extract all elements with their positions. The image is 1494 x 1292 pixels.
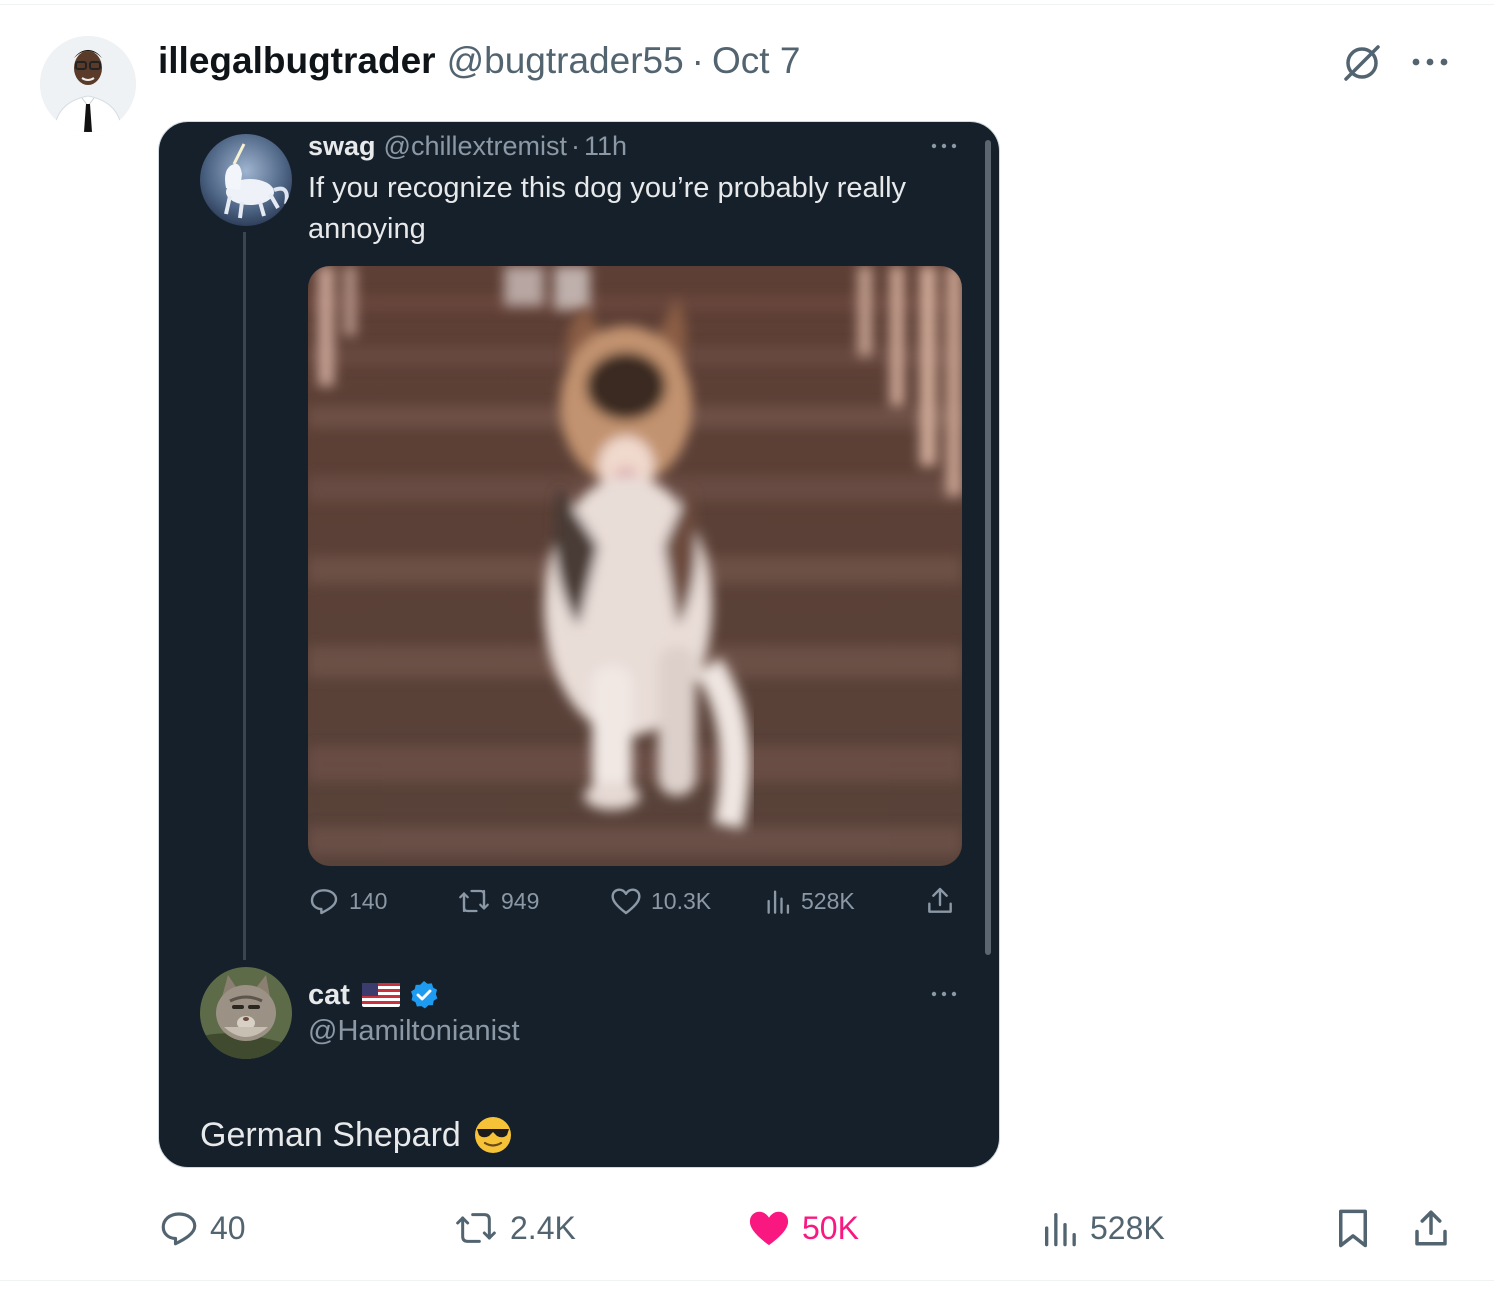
cat-avatar[interactable] — [200, 967, 292, 1059]
reply-icon — [310, 889, 338, 915]
share-icon — [1415, 1210, 1447, 1246]
tweet-action-bar: 40 2.4K 50K 528K — [158, 1202, 1452, 1254]
like-count: 50K — [802, 1209, 859, 1246]
reply-text-row: German Shepard — [200, 1112, 513, 1158]
views-icon — [767, 890, 790, 914]
grok-icon[interactable] — [1340, 42, 1386, 82]
quoted-handle: @chillextremist — [383, 130, 567, 161]
thread-line — [243, 232, 246, 960]
dog-photo[interactable] — [308, 266, 962, 866]
tweet-date[interactable]: Oct 7 — [712, 40, 800, 82]
reply-button[interactable]: 40 — [158, 1202, 246, 1254]
header-separator: · — [691, 40, 704, 81]
author-avatar[interactable] — [40, 36, 136, 132]
share-icon — [928, 887, 952, 913]
like-icon — [749, 1211, 789, 1246]
author-name[interactable]: illegalbugtrader — [158, 40, 436, 82]
quoted-views-count: 528K — [801, 887, 855, 914]
repost-icon — [459, 889, 489, 913]
reply-text: German Shepard — [200, 1115, 461, 1154]
views-icon — [1045, 1213, 1076, 1247]
more-icon[interactable] — [1408, 40, 1452, 84]
views-count: 528K — [1090, 1209, 1165, 1246]
quoted-like-count: 10.3K — [651, 887, 712, 914]
quoted-views: 528K — [764, 880, 855, 922]
like-icon — [611, 888, 641, 915]
sunglasses-emoji-icon — [474, 1117, 511, 1153]
quoted-repost: 949 — [456, 880, 539, 922]
views-button[interactable]: 528K — [1040, 1202, 1165, 1254]
swag-avatar[interactable] — [200, 134, 292, 226]
us-flag-icon — [361, 983, 400, 1007]
scrollbar[interactable] — [985, 140, 991, 955]
quoted-more-icon — [924, 134, 964, 158]
quoted-reply: 140 — [308, 880, 387, 922]
quoted-like: 10.3K — [610, 880, 711, 922]
repost-button[interactable]: 2.4K — [452, 1202, 576, 1254]
bottom-divider — [0, 1280, 1494, 1281]
bookmark-icon — [1339, 1209, 1367, 1248]
quoted-repost-count: 949 — [501, 887, 540, 914]
repost-icon — [456, 1213, 496, 1243]
share-button[interactable] — [1410, 1202, 1462, 1254]
quoted-time: 11h — [583, 130, 628, 161]
quoted-share — [924, 880, 965, 922]
author-handle[interactable]: @bugtrader55 — [447, 40, 684, 82]
quoted-text: If you recognize this dog you’re probabl… — [308, 172, 907, 245]
reply-header: cat — [308, 976, 440, 1014]
reply-name: cat — [308, 978, 350, 1011]
like-button[interactable]: 50K — [746, 1202, 859, 1254]
verified-badge-icon — [410, 981, 438, 1009]
top-divider — [0, 4, 1494, 5]
tweet-header: illegalbugtrader @bugtrader55 · Oct 7 — [158, 38, 800, 84]
repost-count: 2.4K — [510, 1209, 576, 1246]
quoted-name: swag — [308, 130, 376, 161]
quoted-reply-count: 140 — [349, 887, 388, 914]
reply-more-icon — [924, 982, 964, 1006]
reply-handle: @Hamiltonianist — [308, 1015, 520, 1047]
reply-icon — [161, 1212, 197, 1246]
reply-count: 40 — [210, 1209, 246, 1246]
quoted-action-bar: 140 949 10.3K 528K — [308, 880, 968, 922]
quoted-header: swag @chillextremist · 11h — [308, 128, 627, 164]
quoted-separator: · — [570, 130, 580, 161]
bookmark-button[interactable] — [1332, 1202, 1384, 1254]
